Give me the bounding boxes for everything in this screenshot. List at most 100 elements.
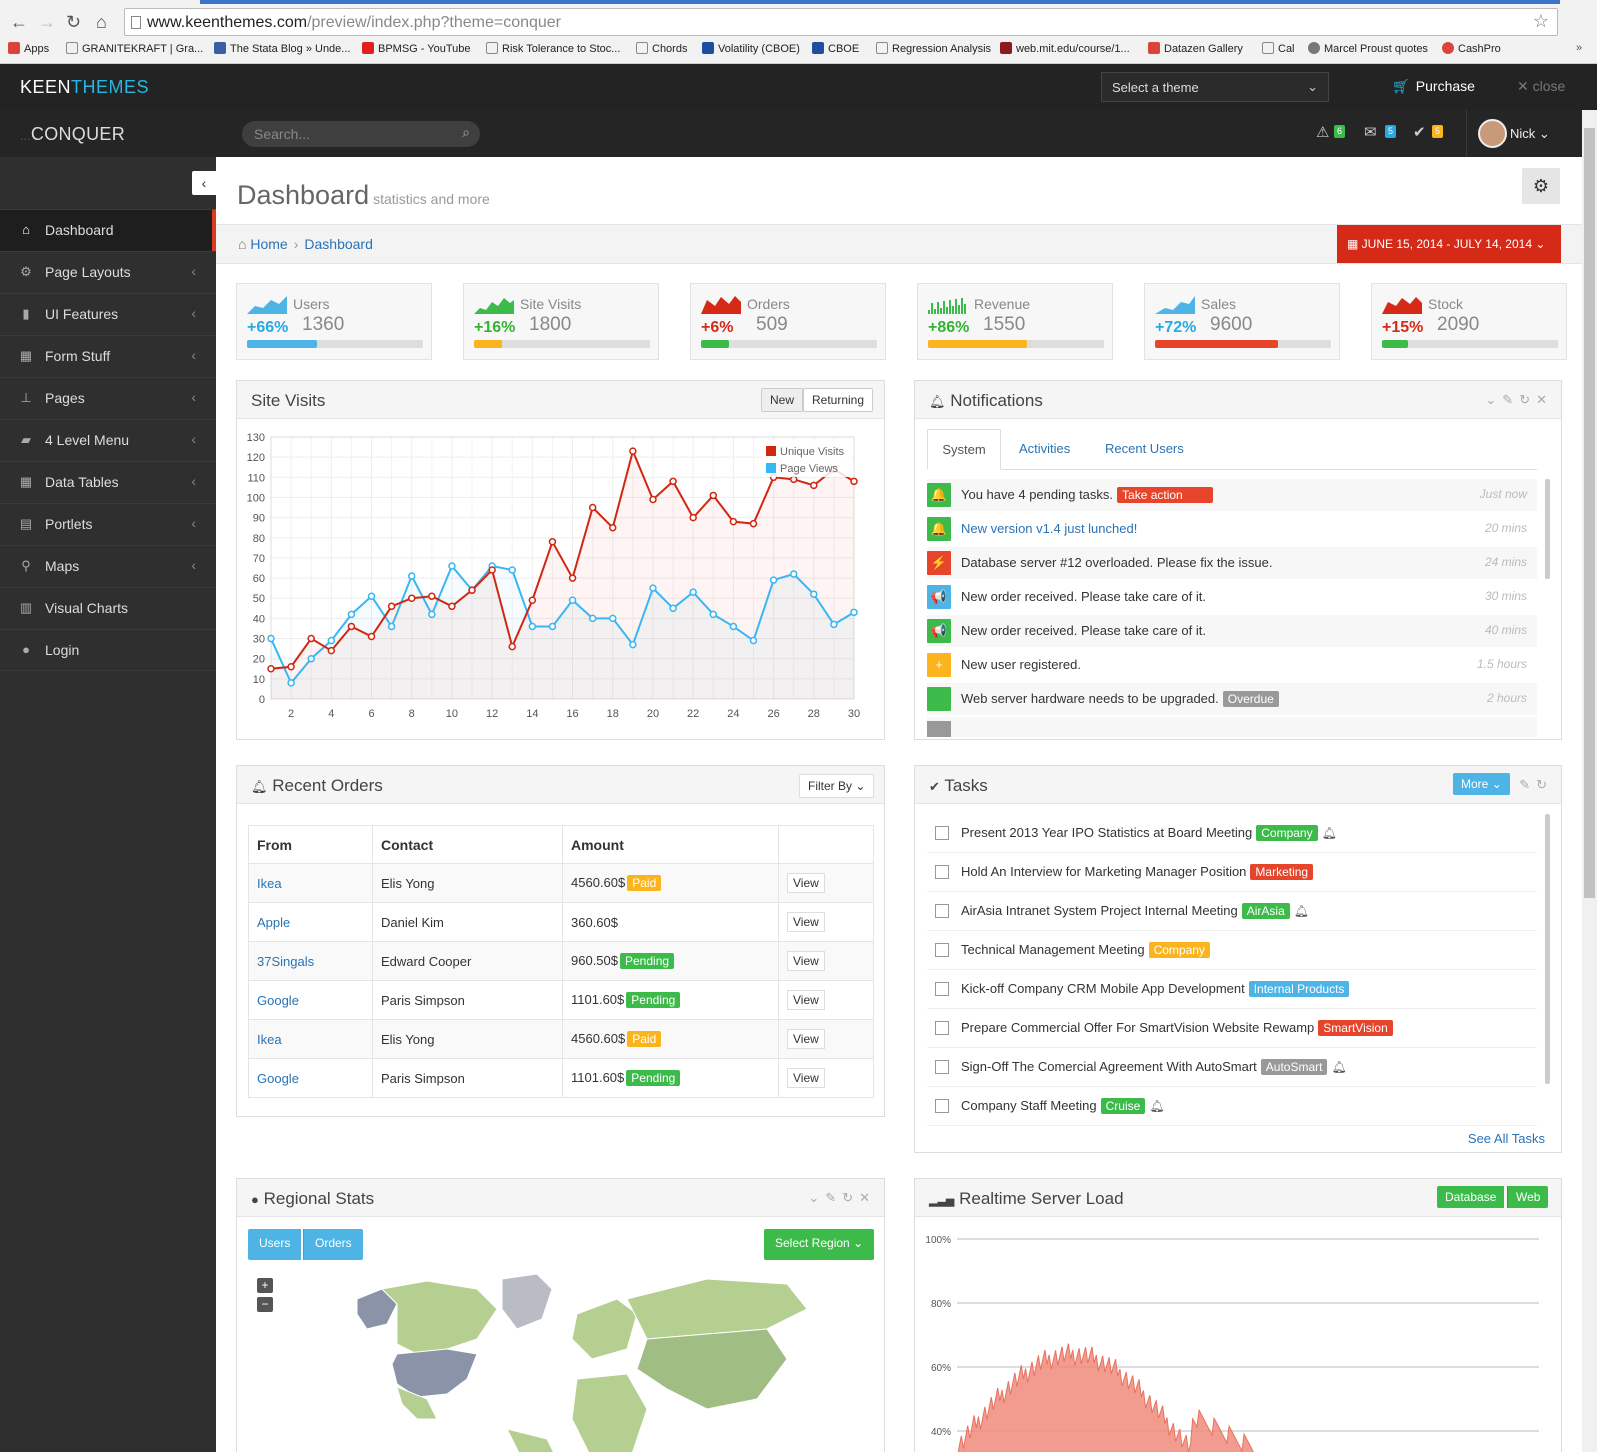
task-checkbox[interactable] — [935, 1021, 949, 1035]
back-icon[interactable]: ← — [10, 12, 28, 33]
reload-icon[interactable]: ↻ — [842, 1190, 859, 1205]
task-checkbox[interactable] — [935, 826, 949, 840]
theme-select[interactable]: Select a theme ⌄ — [1101, 72, 1329, 102]
sidebar-item-form-stuff[interactable]: ▦ Form Stuff ‹ — [0, 335, 216, 377]
sidebar-item-page-layouts[interactable]: ⚙ Page Layouts ‹ — [0, 251, 216, 293]
bookmark-item[interactable]: Apps — [8, 42, 49, 55]
order-from-link[interactable]: Ikea — [257, 876, 282, 891]
more-button[interactable]: More ⌄ — [1453, 773, 1510, 795]
notification-row[interactable]: ⚡ Database server #12 overloaded. Please … — [927, 547, 1537, 579]
notification-row[interactable]: 📢 New order received. Please take care of… — [927, 581, 1537, 613]
database-tab-button[interactable]: Database — [1437, 1186, 1505, 1208]
web-tab-button[interactable]: Web — [1507, 1186, 1549, 1208]
collapse-icon[interactable]: ⌄ — [808, 1190, 825, 1205]
sidebar-item-visual-charts[interactable]: ▥ Visual Charts — [0, 587, 216, 629]
orders-tab-button[interactable]: Orders — [303, 1229, 363, 1260]
tab-activities[interactable]: Activities — [1019, 441, 1070, 456]
returning-toggle-button[interactable]: Returning — [803, 388, 874, 412]
reload-icon[interactable]: ↻ — [1519, 392, 1536, 407]
notification-row[interactable]: + New user registered. 1.5 hours — [927, 649, 1537, 681]
sidebar-item-pages[interactable]: ⊥ Pages ‹ — [0, 377, 216, 419]
bookmark-item[interactable]: CBOE — [812, 42, 859, 55]
order-from-link[interactable]: Apple — [257, 915, 290, 930]
bookmark-item[interactable]: Chords — [636, 42, 687, 55]
collapse-icon[interactable]: ⌄ — [1485, 392, 1502, 407]
zoom-out-button[interactable]: − — [257, 1297, 273, 1312]
settings-button[interactable]: ⚙ — [1522, 168, 1560, 204]
wrench-icon[interactable]: ✎ — [1519, 777, 1536, 792]
notification-label[interactable]: Overdue — [1222, 691, 1279, 707]
order-from-link[interactable]: 37Singals — [257, 954, 314, 969]
bookmark-item[interactable]: Marcel Proust quotes — [1308, 42, 1428, 55]
tab-recent-users[interactable]: Recent Users — [1105, 441, 1184, 456]
world-map[interactable] — [287, 1269, 847, 1452]
filter-by-button[interactable]: Filter By ⌄ — [799, 774, 875, 798]
task-checkbox[interactable] — [935, 982, 949, 996]
envelope-icon[interactable]: ✉ — [1364, 123, 1377, 141]
close-icon[interactable]: ✕ — [859, 1190, 876, 1205]
search-icon[interactable]: ⌕ — [462, 124, 470, 141]
brand-logo[interactable]: ...CONQUER — [20, 124, 125, 145]
see-all-tasks-link[interactable]: See All Tasks — [1468, 1131, 1545, 1146]
forward-icon[interactable]: → — [38, 12, 56, 33]
avatar[interactable] — [1478, 119, 1507, 148]
warning-icon[interactable]: ⚠ — [1316, 123, 1329, 141]
purchase-link[interactable]: 🛒︎ Purchase — [1392, 78, 1475, 95]
sidebar-item-portlets[interactable]: ▤ Portlets ‹ — [0, 503, 216, 545]
task-checkbox[interactable] — [935, 865, 949, 879]
view-button[interactable]: View — [787, 990, 825, 1010]
notification-label[interactable]: Take action — [1117, 487, 1213, 503]
sidebar-item-dashboard[interactable]: ⌂ Dashboard — [0, 209, 216, 251]
select-region-button[interactable]: Select Region ⌄ — [764, 1229, 875, 1260]
bookmark-item[interactable]: CashPro — [1442, 42, 1501, 55]
notification-row[interactable]: Web server hardware needs to be upgraded… — [927, 683, 1537, 715]
view-button[interactable]: View — [787, 1068, 825, 1088]
keenthemes-logo[interactable]: KEENTHEMES — [20, 77, 149, 98]
home-icon[interactable]: ⌂ — [96, 12, 107, 33]
bookmark-item[interactable]: BPMSG - YouTube — [362, 42, 471, 55]
view-button[interactable]: View — [787, 873, 825, 893]
bookmark-item[interactable]: Volatility (CBOE) — [702, 42, 800, 55]
notification-text[interactable]: New version v1.4 just lunched! — [961, 521, 1137, 536]
page-scrollbar-thumb[interactable] — [1584, 128, 1595, 898]
task-checkbox[interactable] — [935, 904, 949, 918]
address-bar[interactable]: www.keenthemes.com/preview/index.php?the… — [124, 8, 1558, 36]
reload-icon[interactable]: ↻ — [66, 12, 81, 33]
sidebar-item-login[interactable]: ● Login — [0, 629, 216, 671]
order-from-link[interactable]: Google — [257, 993, 299, 1008]
bookmark-item[interactable]: Datazen Gallery — [1148, 42, 1243, 55]
view-button[interactable]: View — [787, 1029, 825, 1049]
sidebar-toggle-button[interactable]: ‹ — [192, 171, 216, 195]
view-button[interactable]: View — [787, 912, 825, 932]
search-input[interactable]: Search... ⌕ — [242, 121, 480, 147]
wrench-icon[interactable]: ✎ — [825, 1190, 842, 1205]
users-tab-button[interactable]: Users — [248, 1229, 302, 1260]
new-toggle-button[interactable]: New — [761, 388, 804, 412]
sidebar-item-data-tables[interactable]: ▦ Data Tables ‹ — [0, 461, 216, 503]
view-button[interactable]: View — [787, 951, 825, 971]
close-link[interactable]: ✕ close — [1517, 78, 1565, 95]
bookmarks-overflow-icon[interactable]: » — [1576, 42, 1582, 54]
bookmark-item[interactable]: The Stata Blog » Unde... — [214, 42, 350, 55]
task-checkbox[interactable] — [935, 1060, 949, 1074]
order-from-link[interactable]: Ikea — [257, 1032, 282, 1047]
zoom-in-button[interactable]: + — [257, 1278, 273, 1293]
bookmark-item[interactable]: Risk Tolerance to Stoc... — [486, 42, 620, 55]
reload-icon[interactable]: ↻ — [1536, 777, 1553, 792]
sidebar-item-4-level-menu[interactable]: ▰ 4 Level Menu ‹ — [0, 419, 216, 461]
wrench-icon[interactable]: ✎ — [1502, 392, 1519, 407]
notification-row[interactable]: 🔔 You have 4 pending tasks. Take action Jus… — [927, 479, 1537, 511]
sidebar-item-maps[interactable]: ⚲ Maps ‹ — [0, 545, 216, 587]
task-checkbox[interactable] — [935, 1099, 949, 1113]
bookmark-star-icon[interactable]: ☆ — [1533, 11, 1549, 32]
order-from-link[interactable]: Google — [257, 1071, 299, 1086]
user-menu[interactable]: Nick ⌄ — [1510, 126, 1550, 142]
bookmark-item[interactable]: GRANITEKRAFT | Gra... — [66, 42, 203, 55]
sidebar-item-ui-features[interactable]: ▮ UI Features ‹ — [0, 293, 216, 335]
tasks-scrollbar[interactable] — [1545, 814, 1550, 1084]
checkmark-icon[interactable]: ✔ — [1413, 123, 1426, 141]
breadcrumb-current[interactable]: Dashboard — [304, 236, 373, 252]
date-range-button[interactable]: ▦ JUNE 15, 2014 - JULY 14, 2014 ⌄ — [1337, 225, 1561, 263]
breadcrumb-home-link[interactable]: Home — [250, 236, 287, 252]
close-icon[interactable]: ✕ — [1536, 392, 1553, 407]
